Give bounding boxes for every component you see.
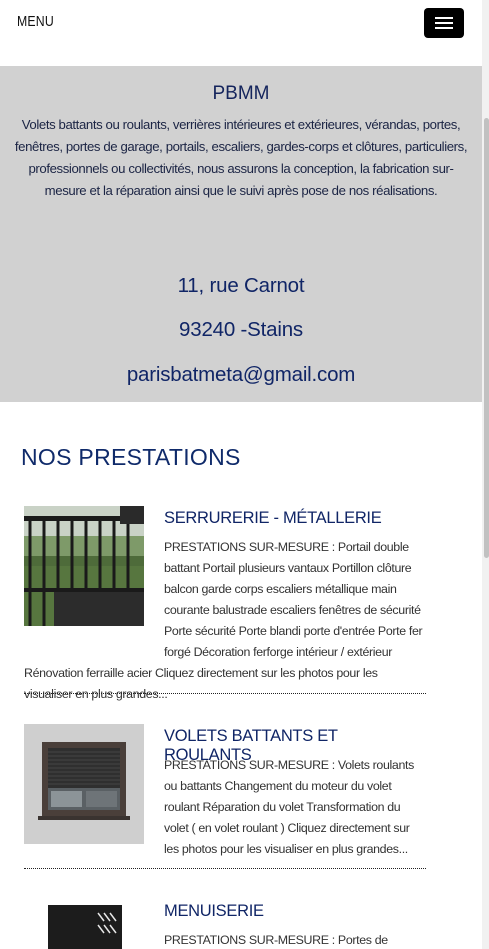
- divider: [24, 693, 426, 694]
- divider: [24, 868, 426, 869]
- service-item-volets: VOLETS BATTANTS ET ROULANTS PRESTATIONS …: [24, 724, 426, 856]
- company-description: Volets battants ou roulants, verrières i…: [14, 117, 468, 198]
- text-float-spacer: [24, 755, 164, 855]
- service-item-menuiserie: MENUISERIE PRESTATIONS SUR-MESURE : Port…: [24, 899, 426, 949]
- section-title: NOS PRESTATIONS: [21, 444, 241, 470]
- service-text-wrap: PRESTATIONS SUR-MESURE : Portail double …: [24, 537, 426, 705]
- hero-banner: PBMM Volets battants ou roulants, verriè…: [0, 66, 482, 402]
- top-bar: MENU: [0, 0, 482, 66]
- service-text-wrap: PRESTATIONS SUR-MESURE : Volets roulants…: [24, 755, 426, 860]
- hamburger-icon: [435, 17, 453, 19]
- text-float-spacer: [24, 537, 164, 657]
- hamburger-menu-button[interactable]: [424, 8, 464, 38]
- service-title[interactable]: MENUISERIE: [164, 902, 264, 921]
- service-photo-door[interactable]: [24, 899, 144, 949]
- service-description: PRESTATIONS SUR-MESURE : Portes de garag…: [164, 933, 388, 947]
- scrollbar-thumb[interactable]: [484, 118, 489, 558]
- company-address: 11, rue Carnot: [177, 274, 305, 297]
- service-item-serrurerie: SERRURERIE - MÉTALLERIE PRESTATIONS SUR-…: [24, 506, 426, 701]
- service-description: PRESTATIONS SUR-MESURE : Volets roulants…: [164, 758, 414, 856]
- company-email-link[interactable]: parisbatmeta@gmail.com: [0, 363, 482, 387]
- company-city: 93240 -Stains: [179, 318, 303, 341]
- service-title[interactable]: SERRURERIE - MÉTALLERIE: [164, 509, 382, 528]
- hamburger-icon-line: [435, 27, 453, 29]
- menu-label[interactable]: MENU: [17, 13, 54, 30]
- company-name: PBMM: [212, 83, 270, 104]
- hamburger-icon-line: [435, 22, 453, 24]
